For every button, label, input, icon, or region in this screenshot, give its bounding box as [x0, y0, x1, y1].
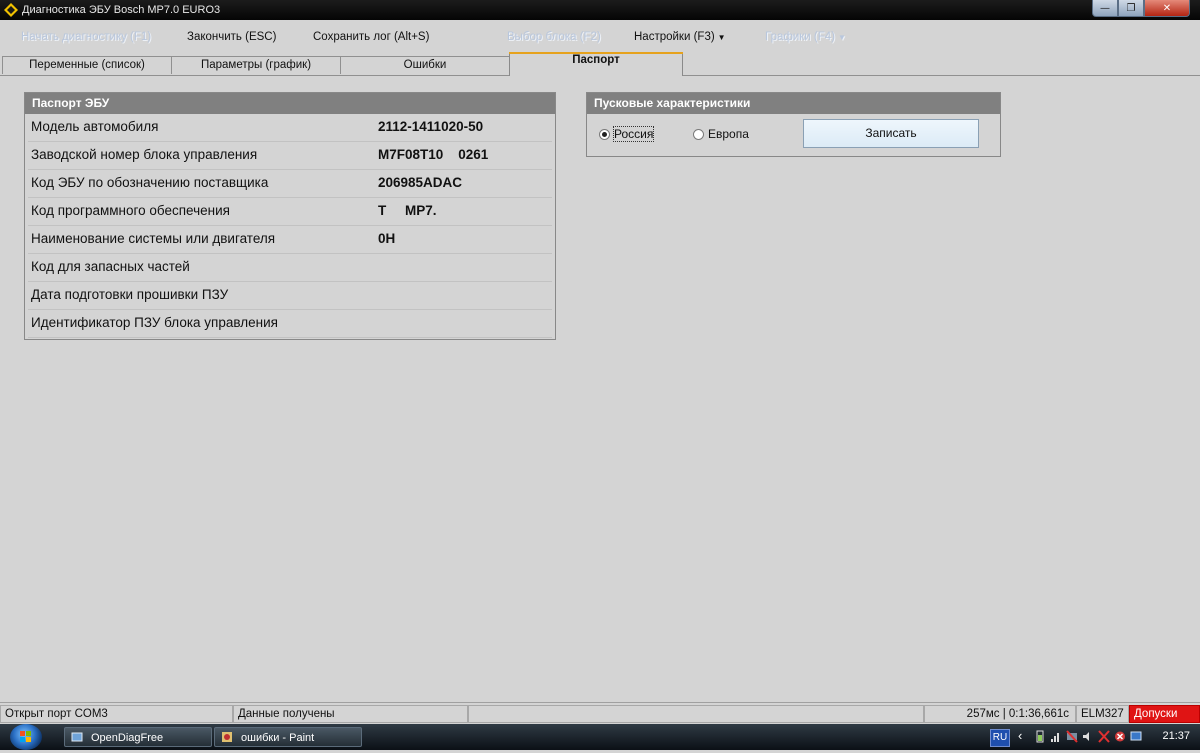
taskbar-item-label: ошибки - Paint [241, 732, 315, 744]
startup-characteristics-panel: Пусковые характеристики Россия Европа За… [586, 92, 1001, 157]
write-button[interactable]: Записать [803, 119, 979, 148]
radio-russia-label: Россия [612, 126, 655, 142]
passport-row-label: Код ЭБУ по обозначению поставщика [31, 175, 269, 190]
menu-save-log[interactable]: Сохранить лог (Alt+S) [313, 31, 429, 43]
menu-finish[interactable]: Закончить (ESC) [187, 31, 276, 43]
startup-controls: Россия Европа Записать [587, 114, 1000, 156]
status-adapter: ELM327 [1076, 705, 1129, 723]
passport-row-value: M7F08T10 0261 [378, 147, 489, 162]
clock[interactable]: 21:37 [1162, 730, 1190, 742]
passport-row-label: Наименование системы или двигателя [31, 231, 276, 246]
passport-row-label: Модель автомобиля [31, 119, 159, 134]
passport-row: Наименование системы или двигателя 0H [28, 226, 552, 254]
shield-icon[interactable] [1114, 730, 1126, 743]
ecu-passport-panel: Паспорт ЭБУ Модель автомобиля 2112-141102… [24, 92, 556, 340]
passport-row: Дата подготовки прошивки ПЗУ [28, 282, 552, 310]
status-timing: 257мс | 0:1:36,661с [924, 705, 1076, 723]
title-bar: Диагностика ЭБУ Bosch MP7.0 EURO3 — ❐ ✕ [0, 0, 1200, 20]
language-indicator[interactable]: RU [990, 729, 1010, 747]
passport-row-value: 0H [378, 231, 396, 246]
close-icon: ✕ [1162, 2, 1172, 14]
chevron-down-icon: ▼ [838, 33, 846, 42]
taskbar-item-opendiagfree[interactable]: OpenDiagFree [64, 727, 212, 747]
passport-row: Идентификатор ПЗУ блока управления [28, 310, 552, 338]
radio-russia-indicator [599, 128, 610, 140]
startup-characteristics-title: Пусковые характеристики [587, 93, 1000, 114]
restore-button[interactable]: ❐ [1118, 0, 1144, 17]
signal-icon[interactable] [1050, 730, 1062, 743]
start-button[interactable] [10, 724, 42, 750]
radio-europe[interactable]: Европа [693, 127, 749, 141]
taskbar-item-label: OpenDiagFree [91, 732, 164, 744]
chevron-down-icon: ▼ [717, 33, 726, 42]
restore-icon: ❐ [1126, 2, 1136, 14]
passport-row: Код программного обеспечения T MP7. [28, 198, 552, 226]
status-port: Открыт порт COM3 [0, 705, 233, 723]
radio-europe-label: Европа [708, 127, 749, 141]
radio-russia[interactable]: Россия [599, 126, 655, 142]
taskbar-item-paint[interactable]: ошибки - Paint [214, 727, 362, 747]
system-tray: RU ‹ 21:37 [990, 724, 1200, 750]
status-data: Данные получены [233, 705, 468, 723]
action-center-icon[interactable] [1098, 730, 1110, 743]
passport-rows: Модель автомобиля 2112-1411020-50 Заводск… [25, 114, 555, 338]
window-controls: — ❐ ✕ [1092, 0, 1190, 17]
passport-row-label: Заводской номер блока управления [31, 147, 258, 162]
tab-params-graph[interactable]: Параметры (график) [171, 56, 341, 74]
taskbar: OpenDiagFree ошибки - Paint RU ‹ 21:37 [0, 724, 1200, 750]
ecu-passport-title: Паспорт ЭБУ [25, 93, 555, 114]
volume-icon[interactable] [1082, 730, 1094, 743]
paint-icon [222, 732, 232, 742]
menu-settings[interactable]: Настройки (F3) ▼ [634, 31, 726, 43]
status-bar: Открыт порт COM3 Данные получены 257мс |… [0, 702, 1200, 725]
passport-row-value: T MP7. [378, 203, 437, 218]
opendiag-icon [71, 732, 83, 742]
app-logo-icon [4, 3, 18, 17]
tab-variables[interactable]: Переменные (список) [2, 56, 172, 74]
tab-errors[interactable]: Ошибки [340, 56, 510, 74]
tab-passport[interactable]: Паспорт [509, 52, 683, 77]
menu-graphs-label: Графики (F4) [765, 31, 835, 43]
menu-settings-label: Настройки (F3) [634, 31, 715, 43]
tab-strip: Переменные (список) Параметры (график) О… [0, 52, 1200, 77]
passport-row-label: Код программного обеспечения [31, 203, 230, 218]
passport-row-value: 206985ADAC [378, 175, 463, 190]
minimize-button[interactable]: — [1092, 0, 1118, 17]
status-tolerances[interactable]: Допуски [1129, 705, 1200, 723]
passport-row: Заводской номер блока управления M7F08T10… [28, 142, 552, 170]
passport-row-label: Код для запасных частей [31, 259, 190, 274]
radio-europe-indicator [693, 128, 704, 140]
menu-bar: Начать диагностику (F1) Закончить (ESC) … [0, 28, 1200, 48]
menu-start-diagnostics[interactable]: Начать диагностику (F1) [21, 31, 151, 43]
windows-logo-icon [20, 731, 31, 742]
minimize-icon: — [1100, 2, 1110, 14]
passport-row-value: 2112-1411020-50 [378, 119, 484, 134]
menu-graphs[interactable]: Графики (F4) ▼ [765, 31, 846, 43]
passport-row-label: Идентификатор ПЗУ блока управления [31, 315, 278, 330]
passport-row: Код для запасных частей [28, 254, 552, 282]
network-icon[interactable] [1066, 730, 1078, 743]
status-empty [468, 705, 924, 723]
show-hidden-icons-button[interactable]: ‹ [1018, 728, 1022, 743]
window-title: Диагностика ЭБУ Bosch MP7.0 EURO3 [22, 4, 221, 16]
passport-row-label: Дата подготовки прошивки ПЗУ [31, 287, 229, 302]
menu-select-block[interactable]: Выбор блока (F2) [507, 31, 601, 43]
passport-row: Код ЭБУ по обозначению поставщика 206985A… [28, 170, 552, 198]
close-button[interactable]: ✕ [1144, 0, 1190, 17]
battery-icon[interactable] [1034, 730, 1046, 743]
passport-row: Модель автомобиля 2112-1411020-50 [28, 114, 552, 142]
display-icon[interactable] [1130, 730, 1142, 743]
